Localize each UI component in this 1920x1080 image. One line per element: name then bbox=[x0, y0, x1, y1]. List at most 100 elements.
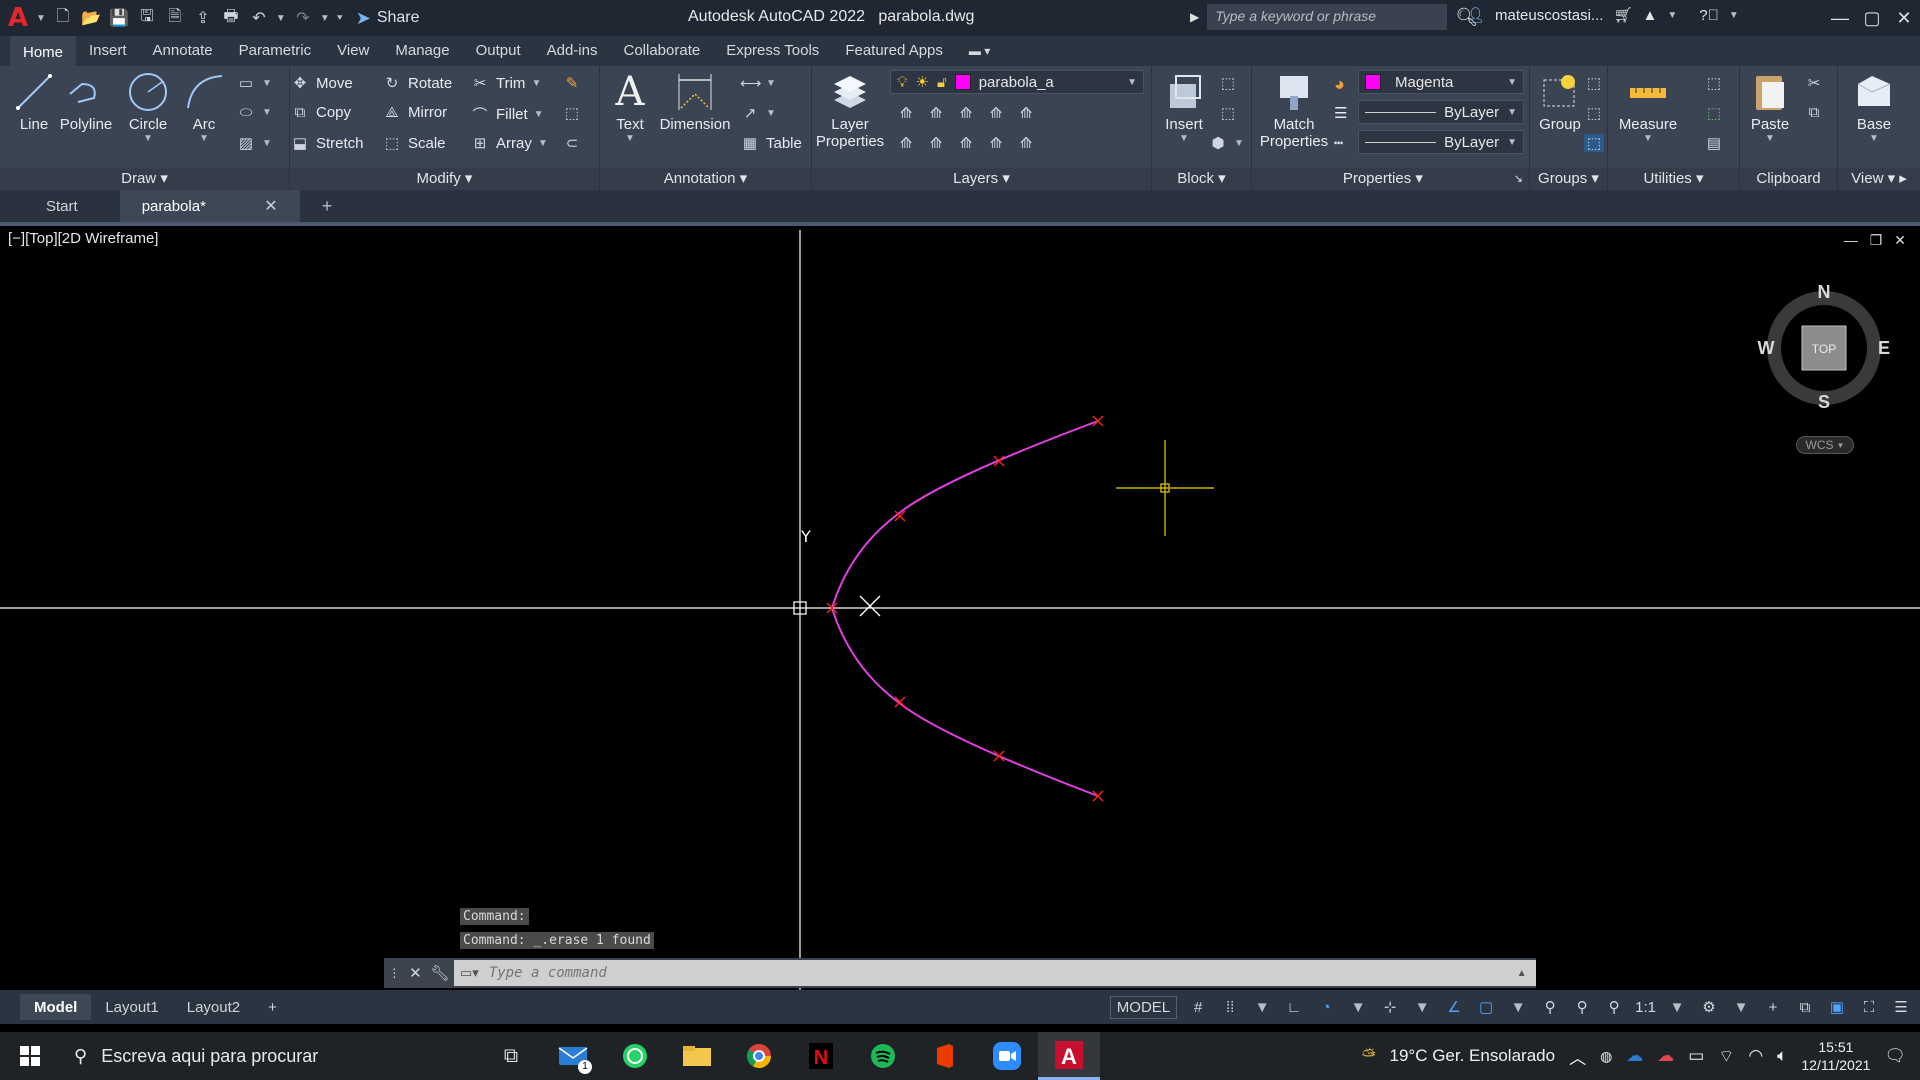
calculator-tool[interactable]: ▤ bbox=[1704, 134, 1724, 152]
base-caret-icon[interactable]: ▼ bbox=[1869, 133, 1879, 144]
user-icon[interactable]: 👤︎ bbox=[1466, 6, 1485, 24]
point-marker[interactable] bbox=[1092, 790, 1104, 802]
viewport-restore-icon[interactable]: ❐ bbox=[1870, 232, 1883, 249]
tab-home[interactable]: Home bbox=[10, 36, 77, 66]
layer-freeze-icon[interactable]: ⟰ bbox=[956, 104, 976, 122]
measure-caret-icon[interactable]: ▼ bbox=[1643, 133, 1653, 144]
layer-unlock-icon[interactable]: ⟰ bbox=[986, 134, 1006, 152]
hatch-tool[interactable]: ▨ ▼ bbox=[236, 134, 272, 152]
taskbar-search[interactable]: ⚲ Escreva aqui para procurar bbox=[60, 1032, 480, 1080]
arc-button[interactable]: Arc ▼ bbox=[174, 70, 234, 144]
model-space-toggle[interactable]: MODEL bbox=[1109, 995, 1178, 1019]
redo-icon[interactable]: ↷ bbox=[292, 7, 314, 29]
layer-walk-icon[interactable]: ⟰ bbox=[1016, 134, 1036, 152]
viewport-controls-label[interactable]: [−][Top][2D Wireframe] bbox=[8, 230, 158, 247]
compass-west[interactable]: W bbox=[1758, 338, 1775, 358]
osnap-caret-icon[interactable]: ▼ bbox=[1507, 999, 1529, 1016]
annotation-visibility-icon[interactable]: ⚲ bbox=[1539, 998, 1561, 1016]
measure-button[interactable]: Measure ▼ bbox=[1608, 70, 1688, 144]
add-layout-icon[interactable]: + bbox=[254, 994, 291, 1020]
command-input[interactable] bbox=[478, 965, 1517, 981]
groups-panel-title[interactable]: Groups ▾ bbox=[1530, 168, 1607, 190]
file-explorer-icon[interactable] bbox=[666, 1032, 728, 1080]
layer-lock-icon[interactable]: ⟰ bbox=[986, 104, 1006, 122]
workspace-gear-icon[interactable]: ⚙ bbox=[1698, 998, 1720, 1016]
cart-icon[interactable]: 🛒︎ bbox=[1613, 6, 1632, 24]
close-icon[interactable]: ✕ bbox=[1888, 0, 1920, 36]
layer-make-current-icon[interactable]: ⟰ bbox=[1016, 104, 1036, 122]
autoscale-icon[interactable]: ⚲ bbox=[1571, 998, 1593, 1016]
circle-button[interactable]: Circle ▼ bbox=[118, 70, 178, 144]
network-icon[interactable]: ⌔ bbox=[1718, 1046, 1734, 1067]
app-menu-caret-icon[interactable]: ▼ bbox=[36, 13, 46, 24]
user-name[interactable]: mateuscostasi... bbox=[1495, 7, 1603, 24]
autocad-taskbar-icon[interactable]: A bbox=[1038, 1032, 1100, 1080]
point-marker[interactable] bbox=[1092, 415, 1104, 427]
object-snap-tracking-icon[interactable]: ∠ bbox=[1443, 998, 1465, 1016]
snap-icon[interactable]: ⁞⁞ bbox=[1219, 999, 1241, 1016]
annotation-panel-title[interactable]: Annotation ▾ bbox=[600, 168, 811, 190]
quick-properties-icon[interactable]: ▣ bbox=[1826, 998, 1848, 1016]
command-expand-icon[interactable]: ▲ bbox=[1517, 968, 1536, 979]
scale-button[interactable]: ⬚ Scale bbox=[382, 134, 446, 153]
leader-tool[interactable]: ↗ ▼ bbox=[740, 104, 776, 122]
open-file-icon[interactable]: 📂 bbox=[80, 7, 102, 29]
erase-tool[interactable]: ✎ bbox=[562, 74, 582, 92]
rotate-button[interactable]: ↻ Rotate bbox=[382, 74, 453, 93]
weather-text[interactable]: 19°C Ger. Ensolarado bbox=[1390, 1046, 1556, 1066]
viewcube[interactable]: TOP N S W E bbox=[1756, 280, 1892, 416]
annotation-monitor-icon[interactable]: + bbox=[1762, 999, 1784, 1016]
match-properties-button[interactable]: Match Properties bbox=[1254, 70, 1334, 150]
select-all-tool[interactable]: ⬚ bbox=[1704, 104, 1724, 122]
polyline-button[interactable]: Polyline bbox=[56, 70, 116, 133]
isodraft-caret-icon[interactable]: ▼ bbox=[1411, 999, 1433, 1016]
trim-button[interactable]: ✂ Trim ▼ bbox=[470, 74, 542, 93]
object-snap-icon[interactable]: ▢ bbox=[1475, 998, 1497, 1016]
move-button[interactable]: ✥ Move bbox=[290, 74, 353, 93]
viewport-close-icon[interactable]: ✕ bbox=[1894, 232, 1906, 249]
table-button[interactable]: ▦ Table bbox=[740, 134, 802, 153]
array-button[interactable]: ⊞ Array ▼ bbox=[470, 134, 548, 153]
clock[interactable]: 15:51 12/11/2021 bbox=[1801, 1038, 1870, 1074]
ellipse-tool[interactable]: ⬭ ▼ bbox=[236, 104, 272, 121]
snap-caret-icon[interactable]: ▼ bbox=[1251, 999, 1273, 1016]
utilities-panel-title[interactable]: Utilities ▾ bbox=[1608, 168, 1739, 190]
line-button[interactable]: Line bbox=[4, 70, 64, 133]
annotation-scale-value[interactable]: 1:1 bbox=[1635, 999, 1656, 1016]
creative-cloud-icon[interactable]: ☁ bbox=[1657, 1046, 1674, 1066]
onedrive-icon[interactable]: ☁ bbox=[1626, 1046, 1643, 1066]
autocad-logo-menu[interactable]: A bbox=[8, 3, 30, 33]
undo-caret-icon[interactable]: ▼ bbox=[276, 13, 286, 24]
view-panel-title[interactable]: View ▾ ▸ bbox=[1838, 168, 1920, 190]
start-button[interactable] bbox=[0, 1046, 60, 1066]
recent-commands-icon[interactable]: ▭▾ bbox=[460, 965, 479, 981]
model-space[interactable]: Y bbox=[0, 230, 1920, 992]
clean-screen-icon[interactable]: ⛶ bbox=[1858, 999, 1880, 1016]
save-as-icon[interactable]: 🖫 bbox=[136, 7, 158, 29]
mirror-button[interactable]: ⟁ Mirror bbox=[382, 104, 447, 121]
close-tab-icon[interactable]: ✕ bbox=[264, 196, 277, 216]
insert-button[interactable]: Insert ▼ bbox=[1154, 70, 1214, 144]
new-tab-icon[interactable]: + bbox=[322, 196, 333, 217]
customization-menu-icon[interactable]: ☰ bbox=[1890, 998, 1912, 1016]
ungroup-tool[interactable]: ⬚ bbox=[1584, 74, 1604, 92]
new-file-icon[interactable]: 🗋 bbox=[52, 7, 74, 29]
clipboard-panel-title[interactable]: Clipboard bbox=[1740, 168, 1837, 190]
explode-tool[interactable]: ⬚ bbox=[562, 104, 582, 122]
minimize-icon[interactable]: — bbox=[1824, 0, 1856, 36]
color-wheel-icon[interactable]: ◕ bbox=[1334, 74, 1345, 95]
netflix-icon[interactable]: N bbox=[790, 1032, 852, 1080]
linear-dim-tool[interactable]: ⟷ ▼ bbox=[740, 74, 776, 92]
chrome-icon[interactable] bbox=[728, 1032, 790, 1080]
copy-clip-tool[interactable]: ⧉ bbox=[1804, 104, 1824, 121]
customize-qa-icon[interactable]: ⯆ bbox=[336, 13, 344, 24]
open-web-icon[interactable]: 🗎 bbox=[164, 7, 186, 29]
offset-tool[interactable]: ⊂ bbox=[562, 134, 582, 152]
copy-button[interactable]: ⧉ Copy bbox=[290, 104, 351, 121]
plot-icon[interactable]: 🖶 bbox=[220, 7, 242, 29]
layer-previous-icon[interactable]: ⟰ bbox=[926, 134, 946, 152]
tab-insert[interactable]: Insert bbox=[76, 36, 140, 66]
properties-launcher-icon[interactable]: ↘ bbox=[1514, 168, 1523, 190]
volume-icon[interactable]: 🔈︎ bbox=[1777, 1046, 1787, 1066]
drawing-canvas[interactable]: Y [−][Top][2D Wireframe] — ❐ ✕ TOP N S W… bbox=[0, 230, 1920, 992]
